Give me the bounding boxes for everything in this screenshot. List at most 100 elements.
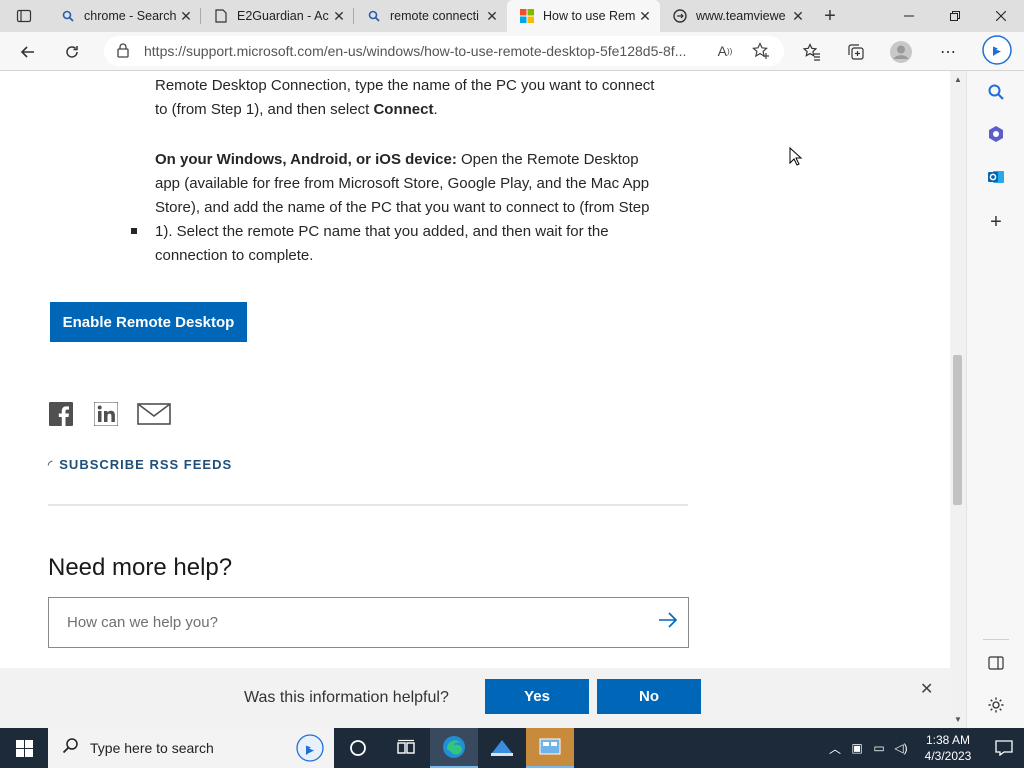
taskbar-search-placeholder: Type here to search: [90, 740, 214, 756]
edge-sidebar: +: [966, 71, 1024, 728]
tab-title: chrome - Search: [84, 9, 177, 23]
text-span: .: [433, 101, 438, 118]
tab-remote-connection-search[interactable]: remote connecti ✕: [354, 0, 507, 32]
add-sidebar-app-icon[interactable]: +: [985, 211, 1007, 233]
url-text: https://support.microsoft.com/en-us/wind…: [144, 43, 687, 59]
bing-icon[interactable]: [296, 734, 324, 767]
divider: [48, 504, 688, 506]
taskbar: Type here to search ︿ ▣ ▭ ◁) 1:38 AM 4/3…: [0, 728, 1024, 768]
tab-title: E2Guardian - Ac: [237, 9, 329, 23]
facebook-icon[interactable]: [48, 401, 74, 426]
scrollbar-thumb[interactable]: [953, 355, 962, 505]
arrow-right-icon[interactable]: [648, 611, 688, 634]
tab-actions-icon[interactable]: [0, 0, 48, 32]
rss-icon: ◜: [48, 459, 54, 471]
back-button[interactable]: [16, 40, 40, 64]
text-span: Open the Remote Desktop: [456, 151, 639, 168]
gear-icon[interactable]: [985, 694, 1007, 716]
shopping-icon[interactable]: [985, 123, 1007, 145]
tab-title: www.teamviewe: [696, 9, 786, 23]
text-span: to (from Step 1), and then select: [155, 101, 374, 118]
page-scrollbar[interactable]: ▲ ▼: [950, 71, 966, 728]
teamviewer-icon: [672, 8, 688, 24]
window-controls: [886, 0, 1024, 32]
task-view-icon[interactable]: [382, 728, 430, 768]
bullet-marker: [131, 228, 137, 234]
text-line: Remote Desktop Connection, type the name…: [155, 77, 655, 94]
feedback-bar: Was this information helpful? Yes No ✕: [0, 668, 950, 728]
url-bar[interactable]: https://support.microsoft.com/en-us/wind…: [104, 36, 784, 66]
chevron-up-icon[interactable]: ︿: [824, 740, 846, 757]
feedback-no-button[interactable]: No: [597, 679, 701, 714]
text-line: to (from Step 1), and then select Connec…: [155, 98, 695, 122]
clock-time: 1:38 AM: [925, 733, 971, 747]
text-line: app (available for free from Microsoft S…: [155, 175, 650, 192]
email-icon[interactable]: [137, 401, 171, 426]
mouse-cursor-icon: [789, 146, 803, 172]
bing-copilot-icon[interactable]: [982, 35, 1012, 65]
close-tab-icon[interactable]: ✕: [485, 8, 499, 25]
close-icon[interactable]: ✕: [920, 679, 933, 699]
volume-icon[interactable]: ◁): [890, 741, 912, 755]
refresh-button[interactable]: [60, 40, 84, 64]
profile-avatar-icon[interactable]: [889, 40, 913, 64]
restore-button[interactable]: [932, 0, 978, 32]
text-line: Store), and add the name of the PC that …: [155, 199, 650, 216]
favorites-icon[interactable]: [800, 40, 824, 64]
linkedin-icon[interactable]: [93, 401, 119, 426]
close-tab-icon[interactable]: ✕: [638, 8, 652, 25]
paragraph: Remote Desktop Connection, type the name…: [155, 74, 695, 122]
add-favorite-icon[interactable]: [752, 42, 770, 60]
address-bar: https://support.microsoft.com/en-us/wind…: [0, 32, 1024, 71]
minimize-button[interactable]: [886, 0, 932, 32]
taskbar-search-box[interactable]: Type here to search: [48, 728, 334, 768]
outlook-icon[interactable]: [985, 166, 1007, 188]
clock-date: 4/3/2023: [924, 749, 972, 763]
search-icon: [366, 8, 382, 24]
notification-icon[interactable]: [984, 740, 1024, 756]
bullet-paragraph: On your Windows, Android, or iOS device:…: [155, 148, 695, 268]
tab-title: remote connecti: [390, 9, 479, 23]
windows-start-icon[interactable]: [0, 728, 48, 768]
page-content: Remote Desktop Connection, type the name…: [0, 71, 950, 728]
tab-how-to-use-remote-desktop[interactable]: How to use Rem ✕: [507, 0, 660, 32]
security-icon[interactable]: ▣: [846, 741, 868, 755]
control-panel-taskbar-icon[interactable]: [526, 728, 574, 768]
tab-e2guardian[interactable]: E2Guardian - Ac ✕: [201, 0, 354, 32]
network-icon[interactable]: ▭: [868, 741, 890, 755]
close-tab-icon[interactable]: ✕: [179, 8, 193, 25]
page-icon: [213, 8, 229, 24]
help-search-placeholder: How can we help you?: [67, 614, 218, 631]
new-tab-button[interactable]: +: [813, 0, 847, 32]
text-line: On your Windows, Android, or iOS device:…: [155, 148, 695, 172]
hide-sidebar-icon[interactable]: [985, 652, 1007, 674]
need-more-help-heading: Need more help?: [48, 554, 233, 581]
search-icon[interactable]: [985, 81, 1007, 103]
lock-icon[interactable]: [116, 42, 134, 60]
close-tab-icon[interactable]: ✕: [791, 8, 805, 25]
scroll-down-icon[interactable]: ▼: [954, 715, 962, 724]
remote-desktop-taskbar-icon[interactable]: [478, 728, 526, 768]
enable-remote-desktop-button[interactable]: Enable Remote Desktop: [50, 302, 247, 342]
tab-title: How to use Rem: [543, 9, 636, 23]
close-window-button[interactable]: [978, 0, 1024, 32]
tab-teamviewer[interactable]: www.teamviewe ✕: [660, 0, 813, 32]
microsoft-logo-icon: [519, 8, 535, 24]
bullet-bold: On your Windows, Android, or iOS device:: [155, 151, 457, 168]
text-line: connection to complete.: [155, 247, 314, 264]
settings-more-icon[interactable]: ⋯: [936, 40, 960, 64]
help-search-input[interactable]: How can we help you?: [48, 597, 689, 648]
rss-label: SUBSCRIBE RSS FEEDS: [59, 457, 233, 472]
read-aloud-icon[interactable]: A)): [716, 42, 734, 60]
feedback-yes-button[interactable]: Yes: [485, 679, 589, 714]
cortana-icon[interactable]: [334, 728, 382, 768]
close-tab-icon[interactable]: ✕: [332, 8, 346, 25]
tab-chrome-search[interactable]: chrome - Search ✕: [48, 0, 201, 32]
collections-icon[interactable]: [844, 40, 868, 64]
connect-bold: Connect: [373, 101, 434, 118]
scroll-up-icon[interactable]: ▲: [954, 75, 962, 84]
edge-taskbar-icon[interactable]: [430, 728, 478, 768]
clock[interactable]: 1:38 AM 4/3/2023: [912, 732, 984, 764]
subscribe-rss-link[interactable]: ◜ SUBSCRIBE RSS FEEDS: [48, 457, 232, 472]
system-tray: ︿ ▣ ▭ ◁) 1:38 AM 4/3/2023: [824, 728, 1024, 768]
